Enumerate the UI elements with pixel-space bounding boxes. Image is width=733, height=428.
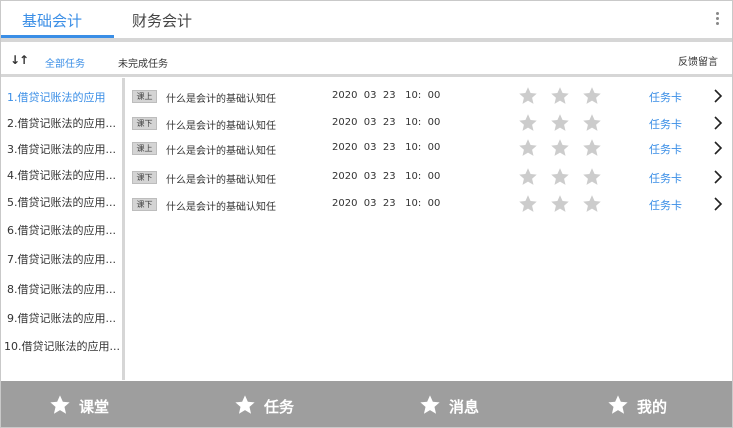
rating-star-icon	[582, 113, 602, 133]
task-date: 2020 03 23 10: 00	[332, 171, 441, 182]
rating-star-icon	[582, 167, 602, 187]
rating-star-icon	[582, 86, 602, 106]
task-card-link[interactable]: 任务卡	[649, 116, 682, 132]
rating-star-icon	[550, 194, 570, 214]
chapter-item[interactable]: 3.借贷记账法的应用...	[7, 141, 116, 157]
task-row[interactable]: 课上 什么是会计的基础认知任 2020 03 23 10: 00 任务卡	[128, 86, 730, 108]
chevron-right-icon[interactable]	[712, 196, 724, 212]
bottom-nav: 课堂 任务 消息 我的	[1, 381, 732, 427]
session-badge: 课下	[132, 117, 157, 130]
session-badge: 课下	[132, 198, 157, 211]
session-badge: 课下	[132, 171, 157, 184]
task-row[interactable]: 课下 什么是会计的基础认知任 2020 03 23 10: 00 任务卡	[128, 194, 730, 216]
star-icon	[608, 395, 628, 414]
star-icon	[420, 395, 440, 414]
task-date: 2020 03 23 10: 00	[332, 198, 441, 209]
rating-star-icon	[582, 194, 602, 214]
task-row[interactable]: 课下 什么是会计的基础认知任 2020 03 23 10: 00 任务卡	[128, 113, 730, 135]
task-card-link[interactable]: 任务卡	[649, 141, 682, 157]
nav-label: 我的	[637, 398, 668, 416]
more-vertical-icon[interactable]	[714, 12, 720, 28]
task-date: 2020 03 23 10: 00	[332, 117, 441, 128]
divider	[1, 74, 732, 77]
rating-star-icon	[582, 138, 602, 158]
task-title: 什么是会计的基础认知任	[166, 146, 276, 157]
session-badge: 课上	[132, 142, 157, 155]
nav-label: 课堂	[79, 398, 110, 416]
chapter-list: 1.借贷记账法的应用 2.借贷记账法的应用... 3.借贷记账法的应用... 4…	[3, 78, 125, 380]
chevron-right-icon[interactable]	[712, 115, 724, 131]
task-row[interactable]: 课上 什么是会计的基础认知任 2020 03 23 10: 00 任务卡	[128, 138, 730, 160]
filter-bar: ↓↑ 全部任务 未完成任务 反馈留言	[1, 42, 732, 74]
top-tab-bar: 基础会计 财务会计	[1, 1, 732, 38]
task-title: 什么是会计的基础认知任	[166, 202, 276, 213]
rating-star-icon	[518, 113, 538, 133]
chevron-right-icon[interactable]	[712, 88, 724, 104]
filter-incomplete-tasks[interactable]: 未完成任务	[118, 55, 168, 70]
rating-star-icon	[518, 138, 538, 158]
task-card-link[interactable]: 任务卡	[649, 197, 682, 213]
task-title: 什么是会计的基础认知任	[166, 94, 276, 105]
task-card-link[interactable]: 任务卡	[649, 89, 682, 105]
rating-star-icon	[550, 113, 570, 133]
rating-star-icon	[550, 138, 570, 158]
filter-all-tasks[interactable]: 全部任务	[45, 55, 85, 70]
chapter-item[interactable]: 1.借贷记账法的应用	[7, 89, 106, 105]
sort-icon[interactable]: ↓↑	[10, 53, 29, 67]
chapter-item[interactable]: 7.借贷记账法的应用...	[7, 251, 116, 267]
tab-financial-accounting[interactable]: 财务会计	[132, 10, 192, 31]
task-title: 什么是会计的基础认知任	[166, 121, 276, 132]
chapter-item[interactable]: 9.借贷记账法的应用...	[7, 310, 116, 326]
star-icon	[235, 395, 255, 414]
rating-star-icon	[518, 86, 538, 106]
chapter-item[interactable]: 10.借贷记账法的应用...	[4, 338, 120, 354]
task-title: 什么是会计的基础认知任	[166, 175, 276, 186]
task-row[interactable]: 课下 什么是会计的基础认知任 2020 03 23 10: 00 任务卡	[128, 167, 730, 189]
rating-star-icon	[550, 167, 570, 187]
chapter-item[interactable]: 5.借贷记账法的应用...	[7, 194, 116, 210]
chapter-item[interactable]: 6.借贷记账法的应用...	[7, 222, 116, 238]
task-date: 2020 03 23 10: 00	[332, 142, 441, 153]
chevron-right-icon[interactable]	[712, 169, 724, 185]
chapter-item[interactable]: 2.借贷记账法的应用...	[7, 115, 116, 131]
nav-label: 消息	[449, 398, 480, 416]
rating-star-icon	[518, 167, 538, 187]
task-date: 2020 03 23 10: 00	[332, 90, 441, 101]
feedback-link[interactable]: 反馈留言	[678, 53, 718, 68]
chevron-right-icon[interactable]	[712, 140, 724, 156]
tab-basic-accounting[interactable]: 基础会计	[22, 10, 82, 31]
session-badge: 课上	[132, 90, 157, 103]
nav-label: 任务	[264, 398, 295, 416]
task-card-link[interactable]: 任务卡	[649, 170, 682, 186]
star-icon	[50, 395, 70, 414]
chapter-item[interactable]: 4.借贷记账法的应用...	[7, 167, 116, 183]
chapter-item[interactable]: 8.借贷记账法的应用...	[7, 281, 116, 297]
rating-star-icon	[518, 194, 538, 214]
rating-star-icon	[550, 86, 570, 106]
